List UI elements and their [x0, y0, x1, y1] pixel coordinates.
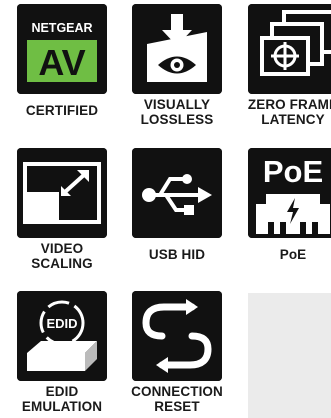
empty-panel — [248, 293, 331, 418]
eye-download-icon — [132, 4, 222, 94]
scaling-arrow-icon — [17, 148, 107, 238]
badge-brand-text: NETGEAR — [31, 21, 92, 35]
feature-caption: EDID EMULATION — [21, 384, 103, 414]
feature-caption: CONNECTION RESET — [131, 384, 223, 414]
netgear-av-logo-icon: NETGEAR AV — [17, 4, 107, 94]
feature-caption: CERTIFIED — [25, 103, 99, 118]
edid-box-icon: EDID — [17, 291, 107, 381]
badge-mark-text: AV — [38, 42, 85, 83]
usb-icon — [132, 148, 222, 238]
edid-badge-text: EDID — [46, 316, 77, 331]
poe-badge-text: PoE — [263, 154, 323, 189]
feature-caption: USB HID — [148, 247, 206, 262]
feature-caption: PoE — [279, 247, 307, 262]
feature-caption: ZERO FRAME LATENCY — [247, 97, 331, 127]
feature-icon-grid: NETGEAR AV CERTIFIED VISUALLY LOSSLESS Z… — [0, 0, 331, 418]
stacked-frames-crosshair-icon — [248, 4, 331, 94]
poe-port-icon: PoE — [248, 148, 331, 238]
feature-caption: VISUALLY LOSSLESS — [140, 97, 214, 127]
connection-reset-icon — [132, 291, 222, 381]
feature-caption: VIDEO SCALING — [31, 241, 93, 271]
